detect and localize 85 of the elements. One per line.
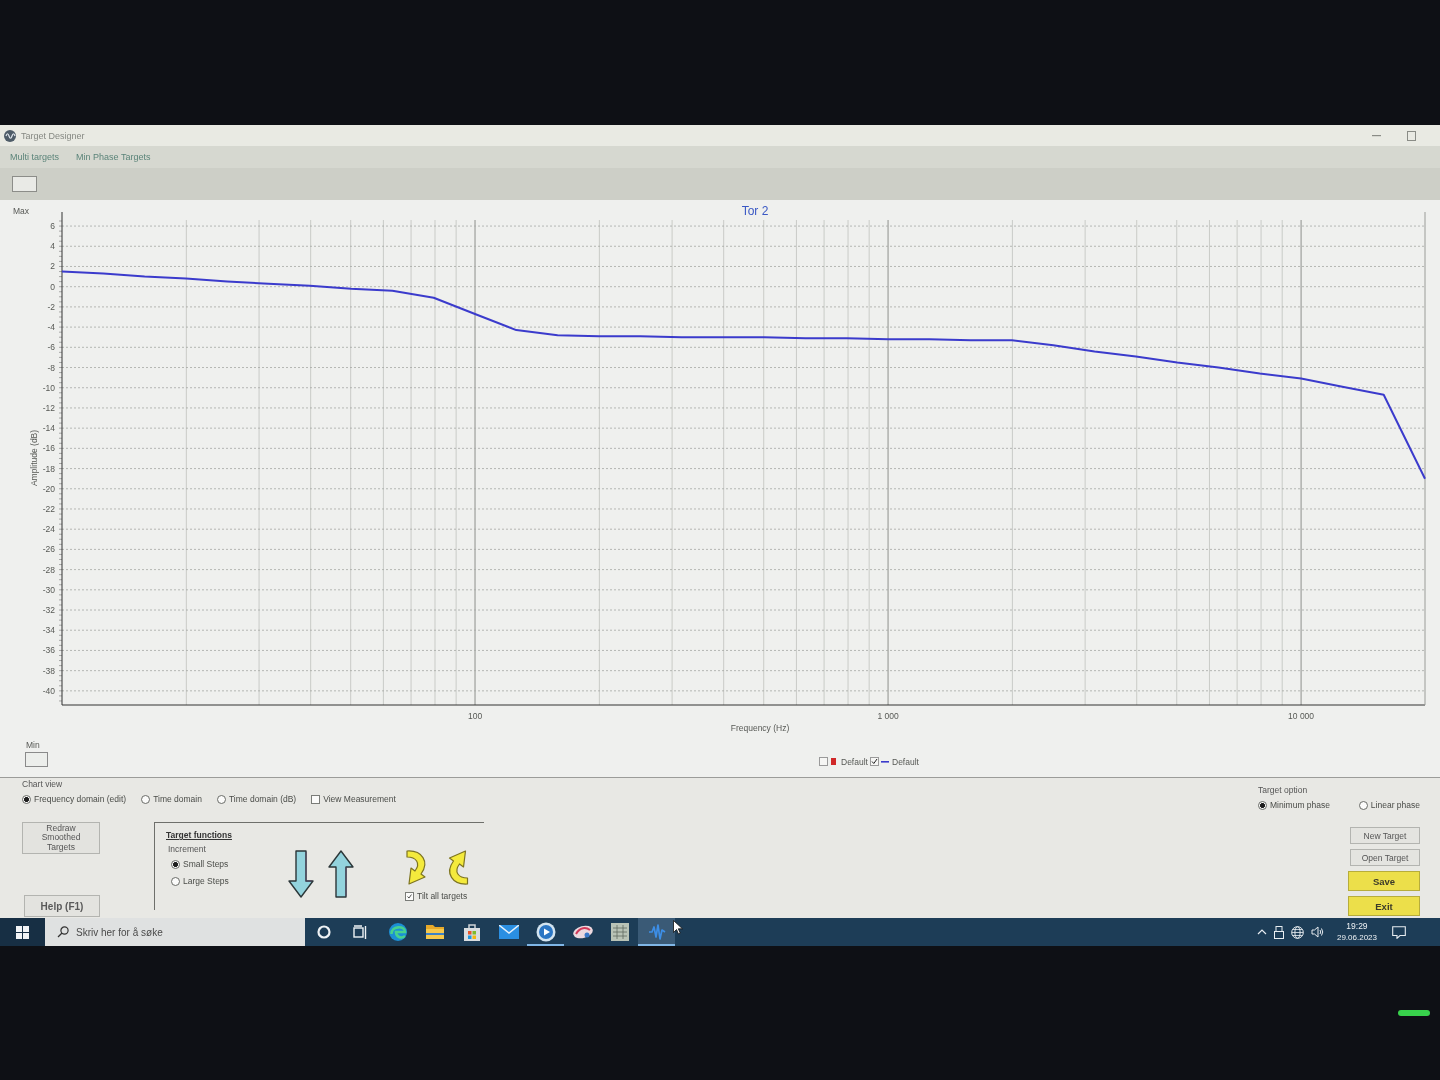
y-axis-label: Amplitude (dB) xyxy=(29,429,39,487)
clock-time[interactable]: 19:29 xyxy=(1346,921,1368,932)
window-title: Target Designer xyxy=(21,130,85,141)
radio-option[interactable]: Frequency domain (edit) xyxy=(22,794,127,805)
y-tick-label: -34 xyxy=(42,625,55,636)
y-tick-label: -24 xyxy=(42,524,55,535)
increment-label: Increment xyxy=(168,844,206,855)
y-tick-label: -18 xyxy=(42,463,55,474)
y-tick-label: -32 xyxy=(42,605,55,615)
down-arrow-icon[interactable] xyxy=(288,850,314,898)
y-tick-label: -22 xyxy=(42,504,55,514)
x-tick-label: 100 xyxy=(467,711,483,721)
group-title: Target functions xyxy=(166,830,232,841)
y-tick-label: 4 xyxy=(50,241,55,252)
up-arrow-icon[interactable] xyxy=(328,850,354,898)
y-tick-label: -6 xyxy=(47,342,55,353)
task-view-icon xyxy=(353,924,368,940)
y-tick-label: -28 xyxy=(42,564,55,575)
y-tick-label: -26 xyxy=(42,544,55,555)
action-button[interactable]: Open Target xyxy=(1350,849,1420,866)
mouse-pointer-icon xyxy=(673,920,683,935)
x-tick-label: 10 000 xyxy=(1288,711,1315,721)
y-tick-label: -2 xyxy=(47,301,55,312)
action-button[interactable]: Save xyxy=(1348,871,1420,891)
max-field[interactable] xyxy=(12,176,37,192)
checkbox-option[interactable]: View Measurement xyxy=(311,794,396,805)
y-tick-label: 0 xyxy=(50,281,55,292)
chart-window-icon xyxy=(610,923,629,941)
y-tick-label: -10 xyxy=(42,382,55,393)
folder-icon xyxy=(424,924,445,940)
y-tick-label: -12 xyxy=(42,402,55,413)
radio-option[interactable]: Small Steps xyxy=(168,859,229,870)
shopping-bag-icon xyxy=(462,922,481,942)
y-tick-label: -36 xyxy=(42,645,55,656)
globe-icon[interactable] xyxy=(1290,925,1304,939)
y-tick-label: -14 xyxy=(42,423,55,434)
minimize-icon[interactable] xyxy=(1372,134,1381,137)
envelope-icon xyxy=(498,925,519,939)
ring-icon xyxy=(316,925,331,939)
legend-label: Default xyxy=(892,757,919,767)
group-label: Chart view xyxy=(22,779,63,790)
max-label: Max xyxy=(13,206,30,216)
help-button[interactable]: Help (F1) xyxy=(24,895,100,917)
y-tick-label: -4 xyxy=(47,322,55,333)
play-disc-icon xyxy=(535,922,556,942)
radio-option[interactable]: Minimum phase xyxy=(1258,800,1330,811)
y-tick-label: -40 xyxy=(42,685,55,696)
power-light-icon xyxy=(1398,1010,1430,1016)
action-button[interactable]: Exit xyxy=(1348,896,1420,916)
y-tick-label: -30 xyxy=(42,584,55,595)
swirl-icon xyxy=(387,922,408,942)
checkbox-option[interactable]: Tilt all targets xyxy=(405,891,468,902)
search-icon xyxy=(57,926,69,938)
x-tick-label: 1 000 xyxy=(877,711,899,721)
radio-option[interactable]: Large Steps xyxy=(168,876,229,887)
app-logo-icon xyxy=(4,129,16,142)
radio-option[interactable]: Time domain (dB) xyxy=(216,794,297,805)
group-label: Target option xyxy=(1258,785,1308,796)
lock-icon[interactable] xyxy=(1273,925,1284,939)
search-field[interactable]: Skriv her for å søke xyxy=(45,918,305,946)
y-tick-label: -20 xyxy=(42,483,55,494)
speaker-icon[interactable] xyxy=(1310,926,1324,938)
legend-checkbox[interactable] xyxy=(870,757,879,766)
maximize-icon[interactable] xyxy=(1407,130,1416,141)
radio-option[interactable]: Linear phase xyxy=(1358,800,1420,811)
y-tick-label: 6 xyxy=(50,221,55,232)
y-tick-label: -16 xyxy=(42,443,55,454)
radio-option[interactable]: Time domain xyxy=(141,794,202,805)
x-axis-label: Frequency (Hz) xyxy=(730,723,790,733)
action-button[interactable]: New Target xyxy=(1350,827,1420,844)
y-tick-label: -38 xyxy=(42,665,55,676)
notification-icon[interactable] xyxy=(1392,925,1406,939)
min-label: Min xyxy=(26,740,40,750)
y-tick-label: -8 xyxy=(47,362,55,373)
y-tick-label: 2 xyxy=(50,261,55,272)
chevron-up-icon[interactable] xyxy=(1256,929,1267,935)
windows-logo-icon[interactable] xyxy=(16,925,29,939)
min-field[interactable] xyxy=(25,752,48,767)
legend-label: Default xyxy=(841,757,868,767)
waveform-icon xyxy=(647,924,666,940)
redraw-button[interactable]: Redraw Smoothed Targets xyxy=(22,822,100,854)
clock-date[interactable]: 29.06.2023 xyxy=(1336,932,1377,943)
chart-title: Tor 2 xyxy=(741,204,769,218)
oval-logo-icon xyxy=(571,924,594,940)
legend-checkbox[interactable] xyxy=(819,757,828,766)
